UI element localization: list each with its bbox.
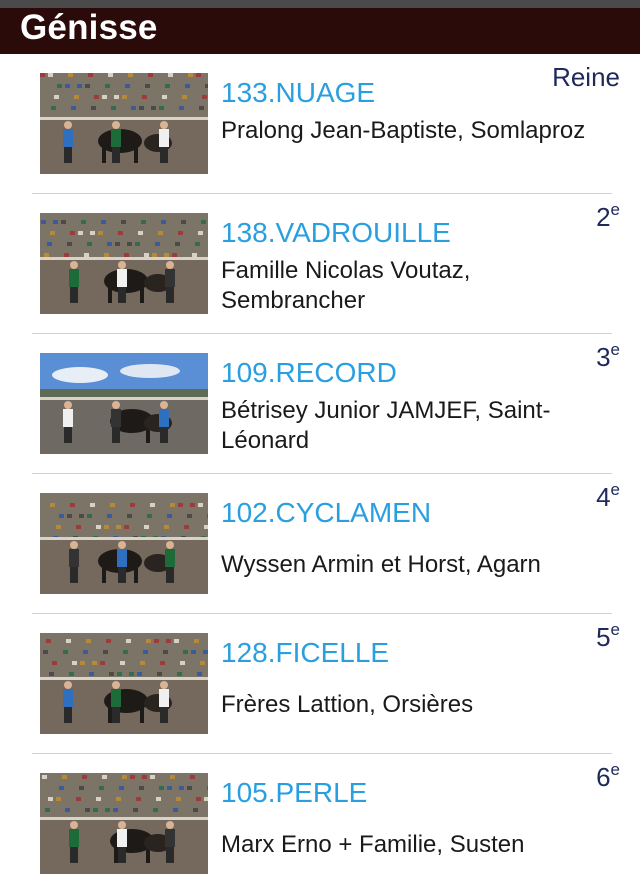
rank-badge: 6e (596, 760, 620, 796)
status-bar-strip (0, 0, 640, 8)
rank-main: 4 (596, 482, 611, 512)
animal-name[interactable]: 102.CYCLAMEN (221, 496, 431, 530)
owner-name: Bétrisey Junior JAMJEF, Saint-Léonard (221, 397, 551, 454)
thumbnail-photo[interactable] (40, 73, 208, 174)
animal-name[interactable]: 105.PERLE (221, 776, 367, 810)
section-header: Génisse (0, 8, 640, 54)
animal-name[interactable]: 138.VADROUILLE (221, 216, 451, 250)
owner-name: Frères Lattion, Orsières (221, 691, 474, 718)
thumbnail-photo[interactable] (40, 773, 208, 874)
rank-badge: 3e (596, 340, 620, 376)
rank-sup: e (610, 760, 620, 779)
rank-badge: 5e (596, 620, 620, 656)
rank-main: 2 (596, 202, 611, 232)
rank-sup: e (610, 620, 620, 639)
rank-sup: e (610, 480, 620, 499)
owner-name: Marx Erno + Familie, Susten (221, 831, 525, 858)
photo-image (40, 353, 208, 454)
thumbnail-photo[interactable] (40, 633, 208, 734)
results-list: 133.NUAGE Pralong Jean-Baptiste, Somlapr… (0, 54, 640, 874)
section-title: Génisse (20, 8, 158, 47)
list-item[interactable]: 128.FICELLE Frères Lattion, Orsières 5e (0, 614, 640, 754)
owner-name: Famille Nicolas Voutaz, Sembrancher (221, 257, 471, 314)
photo-image (40, 493, 208, 594)
list-item[interactable]: 105.PERLE Marx Erno + Familie, Susten 6e (0, 754, 640, 874)
photo-image (40, 633, 208, 734)
thumbnail-photo[interactable] (40, 493, 208, 594)
owner-name: Wyssen Armin et Horst, Agarn (221, 551, 541, 578)
list-item[interactable]: 138.VADROUILLE Famille Nicolas Voutaz, S… (0, 194, 640, 334)
rank-main: 5 (596, 622, 611, 652)
rank-badge: Reine (552, 62, 620, 96)
rank-badge: 4e (596, 480, 620, 516)
photo-image (40, 213, 208, 314)
rank-main: 6 (596, 762, 611, 792)
list-item[interactable]: 102.CYCLAMEN Wyssen Armin et Horst, Agar… (0, 474, 640, 614)
thumbnail-photo[interactable] (40, 353, 208, 454)
list-item[interactable]: 109.RECORD Bétrisey Junior JAMJEF, Saint… (0, 334, 640, 474)
photo-image (40, 73, 208, 174)
owner-name: Pralong Jean-Baptiste, Somlaproz (221, 117, 586, 144)
photo-image (40, 773, 208, 874)
rank-badge: 2e (596, 200, 620, 236)
rank-main: Reine (552, 62, 620, 92)
rank-sup: e (610, 340, 620, 359)
animal-name[interactable]: 109.RECORD (221, 356, 397, 390)
thumbnail-photo[interactable] (40, 213, 208, 314)
list-item[interactable]: 133.NUAGE Pralong Jean-Baptiste, Somlapr… (0, 54, 640, 194)
animal-name[interactable]: 128.FICELLE (221, 636, 389, 670)
rank-main: 3 (596, 342, 611, 372)
rank-sup: e (610, 200, 620, 219)
animal-name[interactable]: 133.NUAGE (221, 76, 375, 110)
